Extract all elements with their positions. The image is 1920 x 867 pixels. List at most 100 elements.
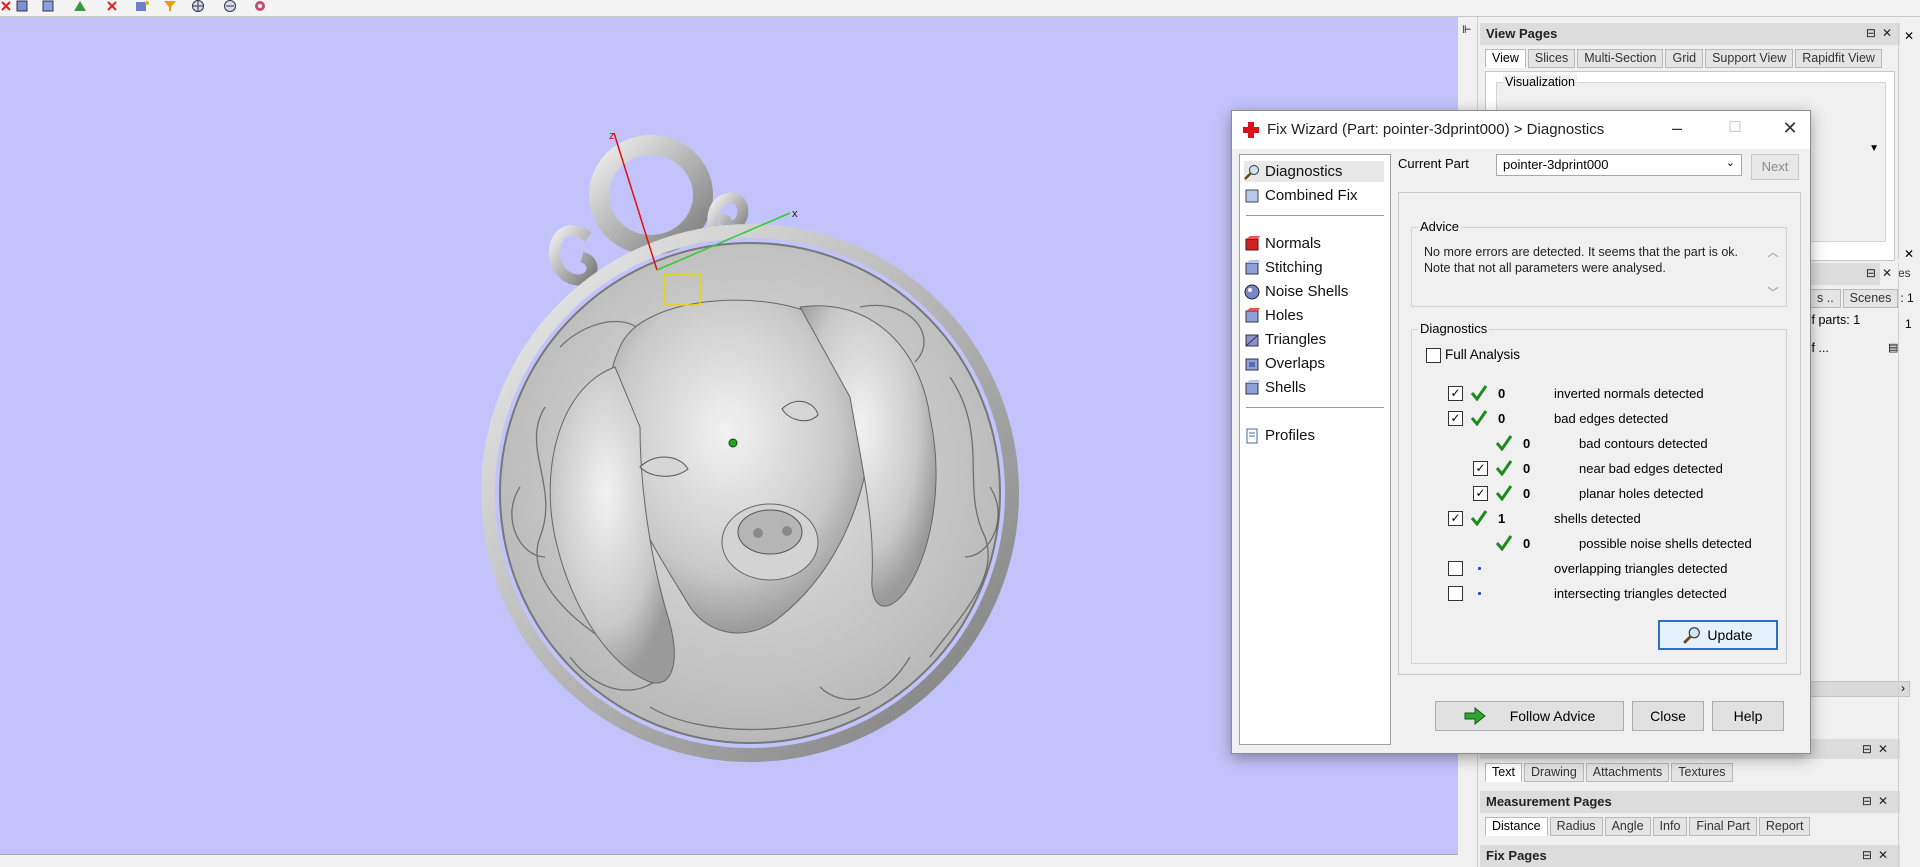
help-label: Help: [1733, 708, 1763, 724]
close-button[interactable]: Close: [1632, 701, 1704, 731]
overlapping-triangles-checkbox[interactable]: [1448, 561, 1463, 576]
tab-scenes[interactable]: Scenes: [1842, 289, 1899, 308]
green-check-icon: [1470, 385, 1488, 401]
view-pages-title: View Pages: [1480, 23, 1900, 45]
nav-item-overlaps[interactable]: Overlaps: [1244, 353, 1384, 374]
tab-drawing[interactable]: Drawing: [1523, 763, 1584, 782]
near-bad-edges-checkbox[interactable]: ✓: [1473, 461, 1488, 476]
planar-holes-count: 0: [1523, 486, 1531, 501]
nav-label: Shells: [1265, 379, 1306, 396]
funnel-icon[interactable]: [162, 0, 178, 12]
bad-edges-checkbox[interactable]: ✓: [1448, 411, 1463, 426]
advice-group: Advice No more errors are detected. It s…: [1411, 219, 1787, 307]
remove-icon[interactable]: [104, 0, 120, 12]
sphere-icon[interactable]: [190, 0, 206, 12]
panel-pin-close-icons[interactable]: ⊟✕: [1866, 26, 1898, 40]
green-check-icon: [1495, 485, 1513, 501]
tab-text[interactable]: Text: [1485, 763, 1522, 782]
tab-textures[interactable]: Textures: [1671, 763, 1733, 782]
close-icon[interactable]: ✕: [1904, 247, 1914, 261]
nav-label: Normals: [1265, 235, 1321, 252]
nav-item-holes[interactable]: Holes: [1244, 305, 1384, 326]
current-part-select[interactable]: pointer-3dprint000 ⌄: [1496, 154, 1742, 176]
full-analysis-checkbox[interactable]: [1426, 348, 1441, 363]
dialog-titlebar[interactable]: Fix Wizard (Part: pointer-3dprint000) > …: [1232, 111, 1810, 149]
noise-shells-count: 0: [1523, 536, 1531, 551]
nav-label: Diagnostics: [1265, 163, 1343, 180]
nav-item-shells[interactable]: Shells: [1244, 377, 1384, 398]
tab-grid[interactable]: Grid: [1665, 49, 1704, 68]
nav-item-diagnostics[interactable]: Diagnostics: [1244, 161, 1384, 182]
nav-item-noise-shells[interactable]: Noise Shells: [1244, 281, 1384, 302]
view-pages-tabs: View Slices Multi-Section Grid Support V…: [1485, 49, 1882, 68]
nav-item-triangles[interactable]: Triangles: [1244, 329, 1384, 350]
tab-final-part[interactable]: Final Part: [1689, 817, 1757, 836]
tab-slices[interactable]: Slices: [1527, 49, 1576, 68]
tab-distance[interactable]: Distance: [1485, 817, 1548, 836]
green-shape-icon[interactable]: [72, 0, 88, 12]
pivot-point[interactable]: [728, 438, 738, 448]
panel-pin-close-icons[interactable]: ⊟✕: [1862, 794, 1894, 808]
nav-item-profiles[interactable]: Profiles: [1244, 425, 1384, 446]
next-button[interactable]: Next: [1751, 154, 1799, 180]
dropdown-arrow-icon[interactable]: ▼: [1869, 143, 1879, 154]
network-icon[interactable]: [252, 0, 268, 12]
close-icon[interactable]: ✕: [1904, 29, 1914, 43]
green-check-icon: [1495, 435, 1513, 451]
minimize-button[interactable]: –: [1662, 117, 1692, 141]
pin-icon[interactable]: ⊩: [1462, 23, 1472, 36]
wand-icon[interactable]: [134, 0, 150, 12]
globe-icon[interactable]: [222, 0, 238, 12]
chevron-down-icon: ⌄: [1725, 157, 1735, 169]
panel-pin-close-icons[interactable]: ⊟✕: [1866, 266, 1898, 280]
nav-separator: [1246, 215, 1384, 216]
tab-rapidfit-view[interactable]: Rapidfit View: [1795, 49, 1882, 68]
table-icon[interactable]: ▤: [1888, 341, 1898, 354]
intersecting-triangles-checkbox[interactable]: [1448, 586, 1463, 601]
measurement-pages-tabs: Distance Radius Angle Info Final Part Re…: [1485, 817, 1811, 836]
maximize-button[interactable]: ☐: [1720, 117, 1750, 141]
inverted-normals-checkbox[interactable]: ✓: [1448, 386, 1463, 401]
scroll-down-icon[interactable]: ﹀: [1766, 284, 1780, 300]
scroll-up-icon[interactable]: ︿: [1766, 244, 1780, 260]
cube-icon[interactable]: [40, 0, 56, 12]
tab-angle[interactable]: Angle: [1604, 817, 1651, 836]
nav-item-stitching[interactable]: Stitching: [1244, 257, 1384, 278]
update-label: Update: [1707, 627, 1753, 643]
fix-pages-title: Fix Pages: [1480, 845, 1900, 867]
panel-pin-close-icons[interactable]: ⊟✕: [1862, 848, 1894, 862]
tab-report[interactable]: Report: [1758, 817, 1811, 836]
green-check-icon: [1495, 460, 1513, 476]
tab-parts-partial[interactable]: s ..: [1810, 289, 1841, 308]
nav-item-combined-fix[interactable]: Combined Fix: [1244, 185, 1384, 206]
nav-item-normals[interactable]: Normals: [1244, 233, 1384, 254]
near-bad-edges-count: 0: [1523, 461, 1531, 476]
planar-holes-checkbox[interactable]: ✓: [1473, 486, 1488, 501]
status-dot: [1478, 592, 1481, 595]
tab-multi-section[interactable]: Multi-Section: [1577, 49, 1664, 68]
cube-icon[interactable]: [14, 0, 30, 12]
dialog-title: Fix Wizard (Part: pointer-3dprint000) > …: [1267, 121, 1605, 138]
update-button[interactable]: Update: [1658, 620, 1778, 650]
green-arrow-icon: [1464, 707, 1486, 725]
close-window-button[interactable]: ✕: [1775, 117, 1805, 141]
follow-advice-button[interactable]: Follow Advice: [1435, 701, 1624, 731]
tab-view[interactable]: View: [1485, 49, 1526, 68]
panel-pin-close-icons[interactable]: ⊟✕: [1862, 742, 1894, 756]
advice-textbox: No more errors are detected. It seems th…: [1414, 238, 1784, 304]
shells-checkbox[interactable]: ✓: [1448, 511, 1463, 526]
overlapping-triangles-label: overlapping triangles detected: [1554, 561, 1728, 576]
noise-shells-label: possible noise shells detected: [1579, 536, 1752, 551]
close-label: Close: [1650, 708, 1686, 724]
tab-radius[interactable]: Radius: [1549, 817, 1603, 836]
nav-label: Stitching: [1265, 259, 1323, 276]
help-button[interactable]: Help: [1712, 701, 1784, 731]
tab-support-view[interactable]: Support View: [1705, 49, 1794, 68]
green-check-icon: [1495, 535, 1513, 551]
follow-advice-label: Follow Advice: [1509, 708, 1596, 724]
green-check-icon: [1470, 410, 1488, 426]
tab-info[interactable]: Info: [1652, 817, 1688, 836]
profiles-icon: [1246, 428, 1258, 443]
bad-edges-count: 0: [1498, 411, 1506, 426]
tab-attachments[interactable]: Attachments: [1585, 763, 1670, 782]
